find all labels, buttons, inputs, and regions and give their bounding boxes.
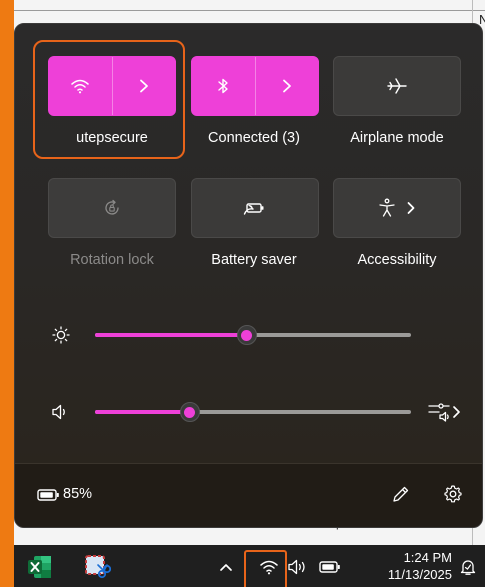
battery-saver-label: Battery saver <box>211 252 297 268</box>
volume-slider-fill <box>95 410 190 414</box>
taskbar-wifi-highlight-annotation <box>244 550 287 587</box>
battery-icon[interactable] <box>318 559 342 575</box>
volume-icon[interactable] <box>286 557 310 577</box>
volume-icon[interactable] <box>51 403 71 421</box>
brightness-icon <box>52 326 70 344</box>
excel-icon[interactable] <box>26 553 54 581</box>
battery-saver-icon <box>243 200 267 216</box>
document-rule <box>14 10 485 11</box>
airplane-mode-tile[interactable] <box>333 56 461 116</box>
rotation-lock-icon <box>102 198 122 218</box>
accessibility-tile[interactable] <box>333 178 461 238</box>
document-corner-text: N <box>479 12 485 27</box>
volume-slider-thumb[interactable] <box>179 402 200 422</box>
gear-icon[interactable] <box>443 484 463 504</box>
brightness-slider-thumb[interactable] <box>236 325 257 345</box>
notification-icon[interactable] <box>458 557 478 577</box>
rotation-lock-tile[interactable] <box>48 178 176 238</box>
brightness-slider[interactable] <box>95 325 411 345</box>
airplane-icon <box>386 76 408 96</box>
clock-time: 1:24 PM <box>403 550 452 565</box>
audio-output-icon[interactable] <box>427 401 463 423</box>
wifi-highlight-annotation <box>33 40 185 159</box>
clock-date: 11/13/2025 <box>387 567 452 582</box>
volume-slider[interactable] <box>95 402 411 422</box>
flyout-footer: 85% <box>15 463 482 527</box>
snipping-tool-icon[interactable] <box>82 552 112 582</box>
bluetooth-tile[interactable] <box>191 56 319 116</box>
brightness-slider-fill <box>95 333 247 337</box>
taskbar-clock[interactable]: 1:24 PM 11/13/2025 <box>368 549 452 583</box>
chevron-up-icon[interactable] <box>218 559 234 575</box>
airplane-mode-label: Airplane mode <box>350 130 444 146</box>
pencil-icon[interactable] <box>391 484 411 504</box>
bluetooth-tile-label: Connected (3) <box>208 130 300 146</box>
rotation-lock-label: Rotation lock <box>70 252 154 268</box>
battery-percentage[interactable]: 85% <box>63 486 92 502</box>
accessibility-label: Accessibility <box>357 252 437 268</box>
chevron-right-icon[interactable] <box>256 57 319 115</box>
bluetooth-icon[interactable] <box>192 57 255 115</box>
battery-icon[interactable] <box>37 488 61 502</box>
accessibility-icon <box>378 198 396 218</box>
chevron-right-icon[interactable] <box>406 201 416 215</box>
battery-saver-tile[interactable] <box>191 178 319 238</box>
